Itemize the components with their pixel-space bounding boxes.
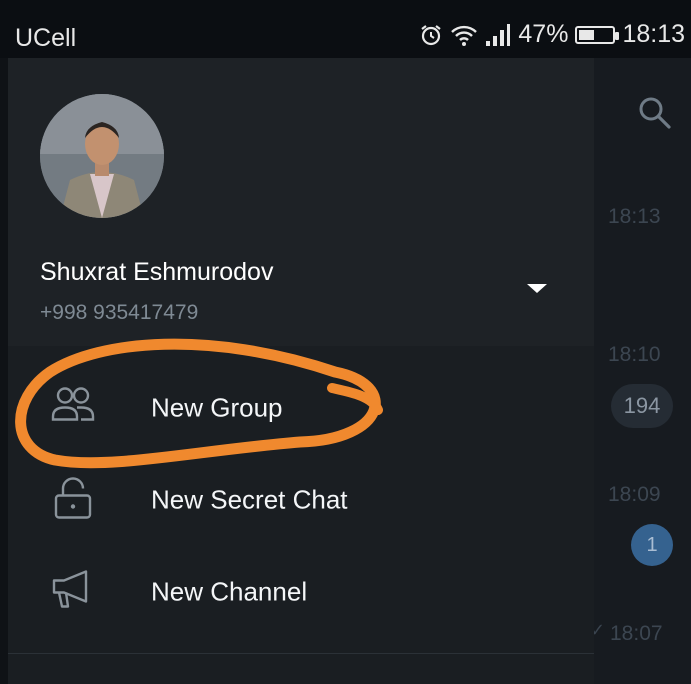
menu-item-new-channel[interactable]: New Channel <box>8 546 594 638</box>
megaphone-icon <box>50 569 96 616</box>
clock: 18:13 <box>622 20 685 48</box>
signal-icon <box>485 23 511 47</box>
navigation-drawer: Shuxrat Eshmurodov +998 935417479 New Gr… <box>8 58 594 684</box>
user-name: Shuxrat Eshmurodov <box>40 258 274 286</box>
carrier-name: UCell <box>15 24 77 52</box>
menu-item-label: New Secret Chat <box>151 484 348 515</box>
lock-icon <box>50 475 96 526</box>
chat-time: 18:10 <box>608 343 661 366</box>
status-bar: UCell 47% 18:13 <box>0 0 691 58</box>
chat-time: 18:07 <box>610 622 663 645</box>
avatar[interactable] <box>40 94 164 218</box>
menu-item-new-secret-chat[interactable]: New Secret Chat <box>8 454 594 546</box>
wifi-icon <box>450 23 478 47</box>
account-switch-chevron-down-icon[interactable] <box>525 280 551 298</box>
user-phone: +998 935417479 <box>40 301 199 324</box>
unread-badge: 1 <box>631 524 673 566</box>
status-indicators: 47% 18:13 <box>419 20 685 49</box>
alarm-icon <box>419 23 443 47</box>
menu-item-new-group[interactable]: New Group <box>8 362 594 454</box>
drawer-header: Shuxrat Eshmurodov +998 935417479 <box>8 58 594 346</box>
menu-divider <box>8 653 594 654</box>
battery-icon <box>575 25 620 44</box>
menu-item-label: New Group <box>151 392 283 423</box>
menu-item-label: New Channel <box>151 576 308 607</box>
search-icon[interactable] <box>638 96 672 135</box>
chat-time: 18:09 <box>608 483 661 506</box>
chat-list <box>594 58 691 684</box>
unread-badge: 194 <box>611 384 673 428</box>
battery-percent: 47% <box>518 20 569 48</box>
group-icon <box>50 386 96 431</box>
chat-time: 18:13 <box>608 205 661 228</box>
